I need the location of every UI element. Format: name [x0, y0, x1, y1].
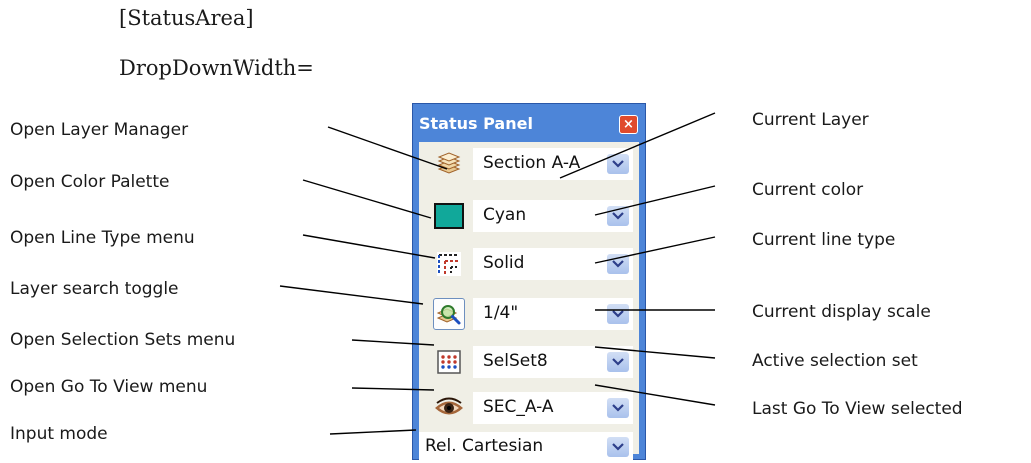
leader-current-color — [594, 185, 716, 216]
leader-open-layer-manager — [327, 126, 448, 170]
leader-input-mode — [329, 429, 417, 435]
leader-open-color-palette — [302, 179, 432, 219]
leader-current-line-type — [594, 236, 716, 264]
leader-open-go-to-view-menu — [351, 387, 435, 391]
callout-lines — [279, 112, 716, 435]
leader-active-selection-set — [594, 346, 716, 359]
leader-last-go-to-view-selected — [594, 384, 716, 406]
leader-layer-search-toggle — [279, 285, 424, 305]
leader-open-selection-sets-menu — [351, 339, 435, 346]
leader-open-line-type-menu — [302, 234, 436, 259]
leader-current-layer — [559, 112, 716, 179]
